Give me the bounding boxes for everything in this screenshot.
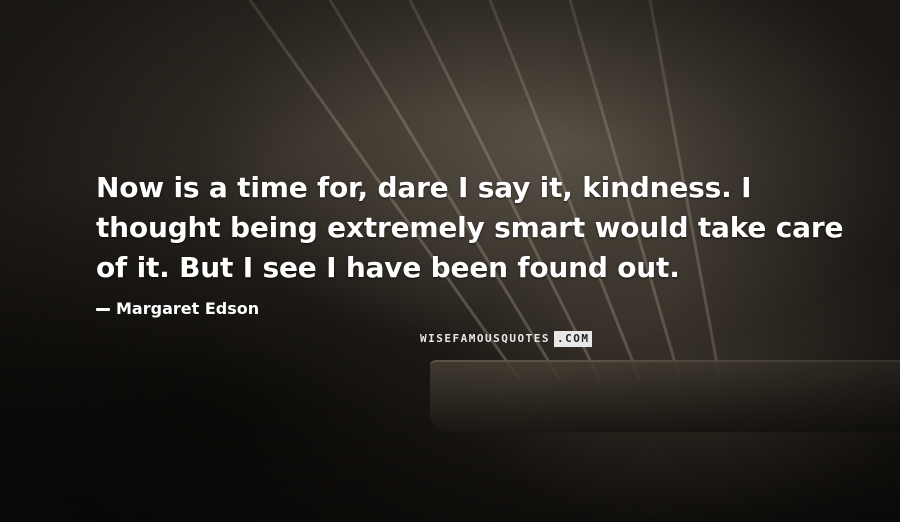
author-line: Margaret Edson bbox=[96, 297, 259, 321]
quote-text: Now is a time for, dare I say it, kindne… bbox=[96, 171, 844, 284]
author-name: Margaret Edson bbox=[116, 299, 260, 318]
dash-icon bbox=[96, 307, 110, 311]
watermark-logo: WISEFAMOUSQUOTES .COM bbox=[420, 331, 593, 347]
quote-image: Now is a time for, dare I say it, kindne… bbox=[0, 0, 900, 522]
watermark-brand: WISEFAMOUSQUOTES bbox=[420, 332, 550, 345]
watermark-tld: .COM bbox=[553, 331, 593, 347]
